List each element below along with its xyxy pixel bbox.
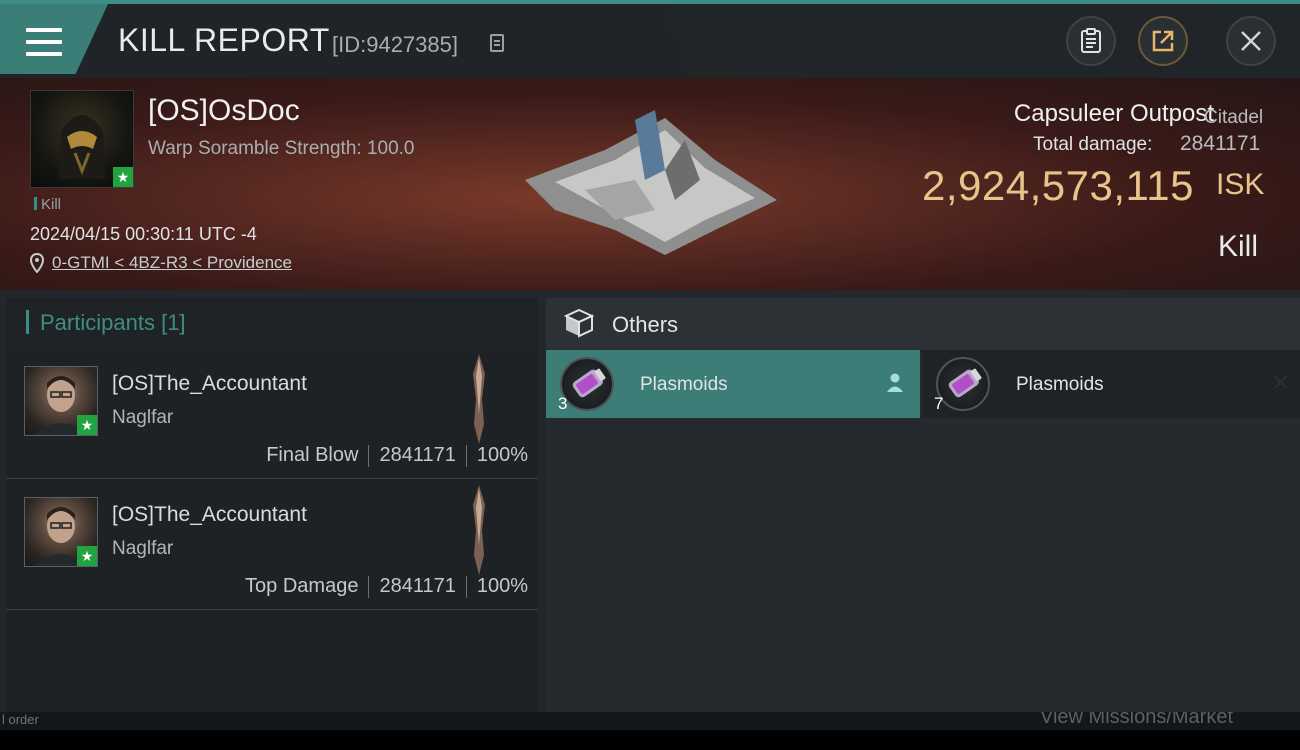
participant-name[interactable]: [OS]The_Accountant (112, 372, 307, 396)
close-button[interactable] (1226, 16, 1276, 66)
victim-standing-badge: ★ (113, 167, 133, 187)
screen-letterbox (0, 730, 1300, 750)
destroyed-x-icon: ✕ (1271, 370, 1290, 395)
participant-standing-badge: ★ (77, 415, 97, 435)
canister-icon (948, 368, 982, 398)
stat-divider (368, 444, 370, 467)
citadel-ship-image (525, 110, 777, 255)
weapon-icon (473, 354, 485, 444)
dropped-item[interactable]: 7 Plasmoids ✕ (922, 350, 1300, 418)
plasmoids-icon (936, 357, 990, 411)
participants-header: Participants [1] (6, 298, 538, 348)
total-damage-label: Total damage: (1033, 134, 1153, 155)
participant-percent: 100% (476, 444, 528, 466)
hud-left-text: l order (2, 712, 39, 727)
participant-role: Top Damage (245, 575, 359, 597)
kill-report-panel: KILL REPORT [ID:9427385] ★ [OS]OsDoc War… (0, 0, 1300, 712)
others-header: Others (546, 298, 1300, 350)
copy-id-icon[interactable] (490, 34, 504, 52)
participant-row[interactable]: ★ [OS]The_Accountant Naglfar Top Damage … (6, 479, 538, 610)
participant-stats: Final Blow 2841171 100% (266, 444, 528, 467)
location-row[interactable]: 0-GTMI < 4BZ-R3 < Providence (30, 253, 292, 273)
others-title: Others (612, 312, 679, 337)
page-title: KILL REPORT (118, 22, 330, 58)
participant-row[interactable]: ★ [OS]The_Accountant Naglfar Final Blow … (6, 348, 538, 479)
participant-role: Final Blow (266, 444, 359, 466)
participant-damage: 2841171 (379, 444, 456, 466)
participant-damage: 2841171 (379, 575, 456, 597)
weapon-icon (473, 485, 485, 575)
clipboard-button[interactable] (1066, 16, 1116, 66)
item-name: Plasmoids (1016, 374, 1104, 395)
participants-title: Participants [1] (40, 310, 186, 336)
isk-unit: ISK (1216, 168, 1265, 201)
item-quantity: 3 (558, 394, 568, 413)
item-name: Plasmoids (640, 374, 728, 395)
clipboard-icon (1081, 28, 1101, 53)
target-name: Capsuleer Outpost (1013, 100, 1214, 127)
stat-divider (465, 575, 467, 598)
target-class: Citadel (1204, 107, 1264, 128)
stat-divider (368, 575, 370, 598)
cargo-cube-icon (564, 308, 594, 338)
share-button[interactable] (1138, 16, 1188, 66)
location-link[interactable]: 0-GTMI < 4BZ-R3 < Providence (52, 253, 292, 273)
victim-portrait[interactable]: ★ (30, 90, 134, 188)
plasmoids-icon (560, 357, 614, 411)
canister-icon (572, 368, 606, 398)
participant-standing-badge: ★ (77, 546, 97, 566)
participant-avatar[interactable]: ★ (24, 366, 98, 436)
participants-list: ★ [OS]The_Accountant Naglfar Final Blow … (6, 348, 538, 712)
report-id: [ID:9427385] (332, 32, 458, 57)
dropped-item[interactable]: 3 Plasmoids (546, 350, 920, 418)
close-icon (1241, 31, 1261, 51)
participants-count: [1] (161, 310, 186, 335)
participants-accent-bar (26, 310, 29, 334)
hamburger-menu-icon (26, 28, 62, 56)
participant-stats: Top Damage 2841171 100% (245, 575, 528, 598)
victim-name[interactable]: [OS]OsDoc (148, 94, 300, 128)
participant-ship: Naglfar (112, 538, 174, 559)
isk-value: 2,924,573,115 (922, 162, 1194, 209)
participant-ship: Naglfar (112, 407, 174, 428)
participant-name[interactable]: [OS]The_Accountant (112, 503, 307, 527)
stat-divider (465, 444, 467, 467)
bottom-hud-bar: l order View Missions/Market (0, 712, 1300, 730)
participant-percent: 100% (476, 575, 528, 597)
share-icon (1152, 30, 1174, 52)
kill-timestamp: 2024/04/15 00:30:11 UTC -4 (30, 224, 257, 244)
location-pin-icon (30, 253, 44, 273)
participants-label: Participants (40, 310, 155, 335)
person-icon (887, 373, 903, 392)
total-damage-value: 2841171 (1180, 132, 1261, 155)
outcome-label: Kill (1218, 230, 1259, 263)
hud-market-link[interactable]: View Missions/Market (1040, 712, 1233, 729)
victim-status: Warp Soramble Strength: 100.0 (148, 138, 415, 159)
kill-tag: Kill (34, 196, 61, 213)
item-quantity: 7 (934, 394, 944, 413)
participant-avatar[interactable]: ★ (24, 497, 98, 567)
